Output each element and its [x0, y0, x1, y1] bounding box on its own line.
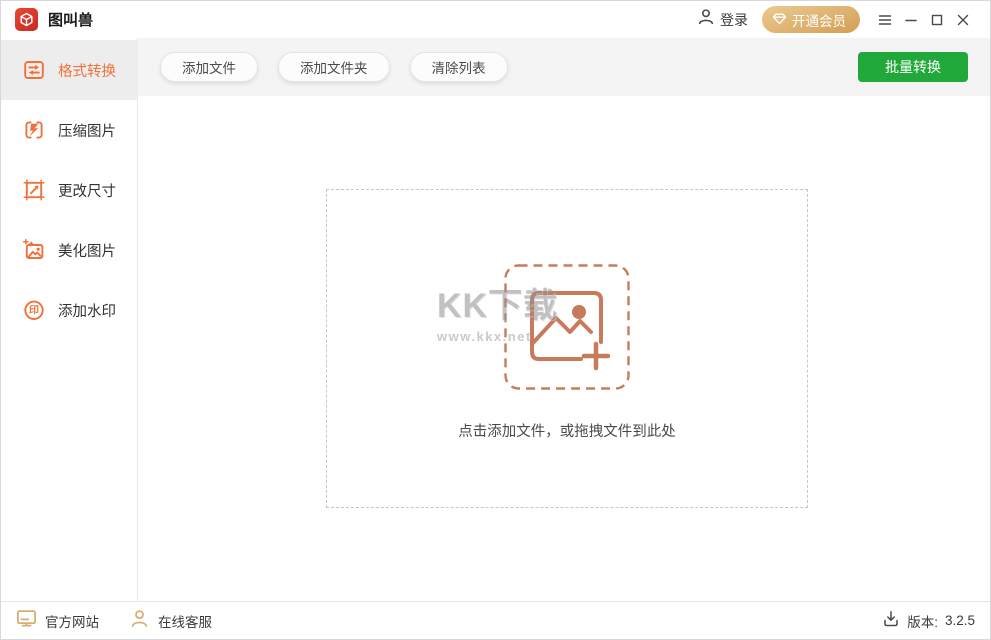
sidebar-item-compress-image[interactable]: 压缩图片 [1, 100, 137, 160]
user-icon [697, 8, 715, 31]
sidebar: 格式转换 压缩图片 更改尺寸 美化图片 印 添加水印 [1, 38, 138, 601]
file-dropzone[interactable]: 点击添加文件，或拖拽文件到此处 [326, 189, 808, 508]
titlebar-controls: 登录 开通会员 [697, 6, 976, 33]
clear-list-button[interactable]: 清除列表 [409, 52, 508, 82]
maximize-icon [931, 14, 943, 25]
menu-button[interactable] [872, 7, 898, 33]
sidebar-item-label: 格式转换 [58, 63, 116, 80]
hamburger-icon [878, 14, 892, 25]
dropzone-hint: 点击添加文件，或拖拽文件到此处 [458, 424, 676, 440]
main-panel: 添加文件 添加文件夹 清除列表 批量转换 点击添加文件，或拖拽文件到此处 KK下… [138, 38, 990, 601]
online-support-link[interactable]: 在线客服 [129, 608, 212, 634]
add-folder-button[interactable]: 添加文件夹 [278, 52, 390, 82]
diamond-icon [772, 11, 787, 29]
vip-label: 开通会员 [792, 13, 846, 29]
sidebar-item-label: 压缩图片 [58, 123, 116, 140]
plus-icon [581, 341, 611, 371]
sidebar-item-label: 更改尺寸 [58, 183, 116, 200]
sidebar-item-resize[interactable]: 更改尺寸 [1, 160, 137, 220]
close-icon [957, 14, 969, 25]
file-list-area: 点击添加文件，或拖拽文件到此处 KK下载 www.kkx.net [138, 96, 990, 601]
minimize-button[interactable] [898, 7, 924, 33]
batch-convert-button[interactable]: 批量转换 [858, 52, 968, 82]
online-support-label: 在线客服 [158, 614, 212, 630]
compress-image-icon [22, 118, 46, 142]
sidebar-item-label: 添加水印 [58, 303, 116, 320]
app-logo-icon [15, 8, 38, 31]
close-button[interactable] [950, 7, 976, 33]
sidebar-item-beautify-image[interactable]: 美化图片 [1, 220, 137, 280]
svg-text:印: 印 [29, 305, 39, 317]
monitor-icon [16, 608, 37, 634]
add-file-button[interactable]: 添加文件 [160, 52, 258, 82]
official-website-link[interactable]: 官方网站 [16, 608, 99, 634]
app-title: 图叫兽 [48, 12, 94, 29]
footer-statusbar: 官方网站 在线客服 版本: 3.2.5 [1, 601, 990, 639]
version-value: 3.2.5 [944, 613, 975, 628]
sidebar-item-add-watermark[interactable]: 印 添加水印 [1, 280, 137, 340]
support-person-icon [129, 608, 150, 634]
beautify-image-icon [22, 238, 46, 262]
official-website-label: 官方网站 [45, 614, 99, 630]
maximize-button[interactable] [924, 7, 950, 33]
version-info: 版本: 3.2.5 [882, 609, 975, 632]
vip-upgrade-button[interactable]: 开通会员 [762, 6, 860, 33]
watermark-stamp-icon: 印 [22, 298, 46, 322]
format-convert-icon [22, 58, 46, 82]
toolbar: 添加文件 添加文件夹 清除列表 批量转换 [138, 38, 990, 96]
add-image-icon [530, 291, 611, 371]
version-label: 版本: [907, 614, 938, 630]
login-label: 登录 [720, 11, 748, 28]
sidebar-item-format-convert[interactable]: 格式转换 [1, 40, 137, 100]
login-button[interactable]: 登录 [697, 8, 748, 31]
app-window: 图叫兽 登录 开通会员 格式转换 压缩图片 更改尺寸 美化图片 印 添加水印 添… [0, 0, 991, 640]
sidebar-item-label: 美化图片 [58, 243, 116, 260]
titlebar: 图叫兽 登录 开通会员 [1, 1, 990, 38]
resize-icon [22, 178, 46, 202]
download-icon [882, 609, 900, 632]
dropzone-image-placeholder [504, 264, 630, 390]
